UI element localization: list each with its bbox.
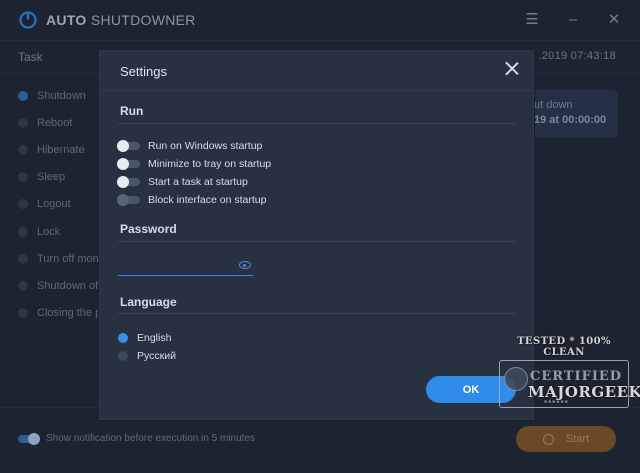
option-run-on-windows-startup[interactable]: Run on Windows startup (117, 138, 263, 154)
radio-icon (18, 226, 28, 237)
task-label: Task (18, 50, 43, 64)
hamburger-icon[interactable]: ☰ (522, 10, 542, 30)
toggle-knob (117, 140, 129, 152)
run-section-title: Run (120, 104, 144, 118)
language-option-english[interactable]: English (118, 330, 171, 346)
task-label-text: Reboot (37, 116, 73, 129)
close-icon[interactable]: ✕ (604, 10, 624, 30)
notify-text: Show notification before execution in 5 … (46, 433, 256, 444)
watermark-badge: CERTIFIED MAJORGEEKS ****** (499, 360, 640, 408)
watermark-certified: CERTIFIED (530, 369, 623, 384)
title-bar: AUTO SHUTDOWNER ☰ – ✕ (0, 0, 640, 40)
majorgeeks-watermark: TESTED * 100% CLEAN CERTIFIED MAJORGEEKS… (495, 336, 640, 414)
language-label: Русский (137, 350, 176, 362)
radio-icon (18, 199, 28, 210)
password-field[interactable] (118, 254, 253, 276)
watermark-top-text: TESTED * 100% CLEAN (517, 336, 611, 358)
option-label: Minimize to tray on startup (148, 158, 272, 170)
app-title-rest: SHUTDOWNER (90, 12, 196, 28)
radio-icon (18, 253, 28, 264)
task-label-text: Hibernate (37, 143, 85, 156)
toggle-knob (117, 158, 129, 170)
task-label-text: Logout (37, 198, 71, 211)
language-option-russian[interactable]: Русский (118, 348, 176, 364)
toggle-switch[interactable] (117, 176, 140, 188)
dialog-title: Settings (120, 64, 167, 79)
option-minimize-to-tray[interactable]: Minimize to tray on startup (117, 156, 272, 172)
info-card-line1: ut down (534, 99, 573, 111)
toggle-knob (117, 176, 129, 188)
language-section-line (118, 313, 516, 314)
dialog-close-icon[interactable] (504, 61, 520, 77)
power-icon (18, 10, 38, 30)
radio-icon (18, 172, 28, 183)
toggle-switch[interactable] (117, 140, 140, 152)
settings-dialog: Settings Run Run on Windows startup Mini… (99, 50, 534, 420)
task-label-text: Shutdown (37, 89, 86, 102)
toggle-switch[interactable] (117, 158, 140, 170)
password-section-line (118, 241, 516, 242)
minimize-icon[interactable]: – (563, 10, 583, 30)
toggle-switch[interactable] (117, 194, 140, 206)
task-label-text: Turn off moni (37, 252, 102, 265)
start-button[interactable]: Start (516, 426, 616, 452)
task-label-text: Shutdown of r (37, 279, 105, 292)
radio-icon (18, 280, 28, 291)
language-label: English (137, 332, 172, 344)
watermark-stars: ****** (544, 399, 569, 408)
password-section-title: Password (120, 222, 177, 236)
toggle-knob (117, 194, 129, 206)
language-section-title: Language (120, 295, 177, 309)
app-title-bold: AUTO (46, 12, 87, 28)
eye-icon[interactable] (239, 261, 251, 269)
option-label: Start a task at startup (148, 176, 248, 188)
dialog-header: Settings (100, 51, 533, 91)
option-block-interface[interactable]: Block interface on startup (117, 192, 267, 208)
task-label-text: Lock (37, 225, 61, 238)
radio-icon (18, 117, 28, 128)
clock-icon (542, 433, 554, 445)
info-card-line2: 19 at 00:00:00 (534, 114, 607, 126)
option-label: Run on Windows startup (148, 140, 263, 152)
datetime: .2019 07:43:18 (538, 50, 616, 62)
radio-selected-icon (18, 90, 28, 101)
app-title: AUTO SHUTDOWNER (46, 12, 196, 28)
radio-icon (118, 351, 128, 361)
task-label-text: Sleep (37, 171, 66, 184)
radio-icon (18, 144, 28, 155)
radio-selected-icon (118, 333, 128, 343)
option-label: Block interface on startup (148, 194, 267, 206)
notify-toggle[interactable] (18, 433, 40, 445)
radio-icon (18, 308, 28, 319)
start-label: Start (565, 433, 590, 445)
run-section-line (118, 123, 516, 124)
watermark-seal-icon (504, 367, 528, 391)
option-start-task-at-startup[interactable]: Start a task at startup (117, 174, 248, 190)
